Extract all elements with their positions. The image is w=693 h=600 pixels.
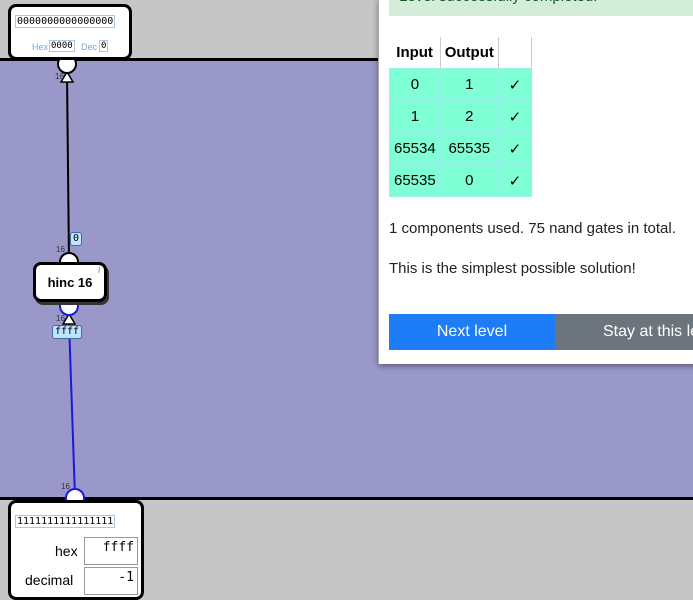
table-cell: 65534 xyxy=(389,132,441,165)
output-pin[interactable]: 0000000000000000 Hex 0000 Dec 0 xyxy=(8,4,132,60)
input-pin[interactable]: 1111111111111111 hex ffff decimal -1 xyxy=(8,500,144,600)
input-bits-display[interactable]: 1111111111111111 xyxy=(15,515,116,528)
table-row: 1 2 ✓ xyxy=(389,100,532,133)
solution-note: This is the simplest possible solution! xyxy=(389,260,636,277)
stay-at-level-button[interactable]: Stay at this level xyxy=(555,314,693,350)
truth-table-header: Input Output xyxy=(389,37,532,69)
wire-input-to-component[interactable] xyxy=(68,321,76,498)
input-decimal-label: decimal xyxy=(25,572,74,588)
input-wire-value: ffff xyxy=(52,325,83,339)
table-cell: 65535 xyxy=(439,132,499,165)
component-name: hinc 16 xyxy=(47,274,93,290)
header-status xyxy=(498,37,532,69)
table-cell: 0 xyxy=(439,164,499,197)
header-output: Output xyxy=(440,37,499,69)
table-cell: 1 xyxy=(389,100,441,133)
output-bits-display: 0000000000000000 xyxy=(15,15,116,28)
input-decimal-field[interactable]: -1 xyxy=(84,567,138,595)
input-hex-field[interactable]: ffff xyxy=(84,537,138,565)
check-icon: ✓ xyxy=(497,100,532,133)
output-dec-value[interactable]: 0 xyxy=(99,40,109,52)
results-panel: Level successfully completed. Input Outp… xyxy=(378,0,693,364)
table-cell: 2 xyxy=(439,100,499,133)
component-in-bus-width: 16 xyxy=(56,314,65,323)
check-icon: ✓ xyxy=(497,132,532,165)
output-hex-value[interactable]: 0000 xyxy=(49,40,75,52)
table-cell: 0 xyxy=(389,68,441,101)
truth-table: Input Output 0 1 ✓ 1 2 ✓ 65534 65535 ✓ 6… xyxy=(389,37,532,197)
component-info-icon[interactable]: i xyxy=(98,265,100,276)
input-hex-label: hex xyxy=(55,543,78,559)
table-cell: 65535 xyxy=(389,164,441,197)
summary-text: 1 components used. 75 nand gates in tota… xyxy=(389,220,676,237)
check-icon: ✓ xyxy=(497,164,532,197)
component-out-bus-width: 16 xyxy=(56,245,65,254)
output-dec-label: Dec xyxy=(81,42,98,52)
wire-component-to-output[interactable] xyxy=(66,73,70,263)
header-input: Input xyxy=(389,37,441,69)
output-bus-width: 16 xyxy=(55,72,64,81)
success-alert: Level successfully completed. xyxy=(389,0,693,16)
output-hex-label: Hex xyxy=(32,42,49,52)
check-icon: ✓ xyxy=(497,68,532,101)
table-cell: 1 xyxy=(439,68,499,101)
hinc16-component[interactable]: hinc 16 xyxy=(33,262,107,302)
table-row: 65535 0 ✓ xyxy=(389,164,532,197)
next-level-button[interactable]: Next level xyxy=(389,314,555,350)
input-bus-width: 16 xyxy=(61,482,70,491)
table-row: 65534 65535 ✓ xyxy=(389,132,532,165)
output-wire-value: 0 xyxy=(70,232,83,246)
table-row: 0 1 ✓ xyxy=(389,68,532,101)
